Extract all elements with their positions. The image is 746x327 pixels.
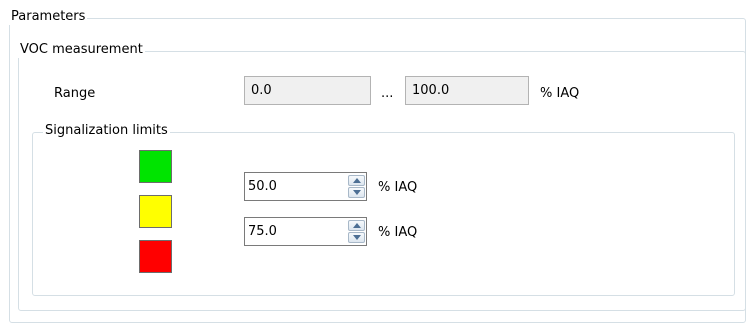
range-min-value: 0.0 bbox=[251, 83, 272, 98]
limit2-spinbox[interactable]: 75.0 bbox=[244, 217, 367, 246]
range-unit: % IAQ bbox=[540, 86, 580, 101]
limit1-spin-up-button[interactable] bbox=[348, 175, 365, 186]
parameters-group-title: Parameters bbox=[9, 9, 88, 25]
range-max-field[interactable]: 100.0 bbox=[405, 76, 529, 105]
spin-down-icon bbox=[353, 190, 361, 195]
range-min-field[interactable]: 0.0 bbox=[244, 76, 371, 105]
limit2-value: 75.0 bbox=[248, 224, 277, 239]
signalization-limits-title: Signalization limits bbox=[43, 123, 170, 139]
voc-measurement-title: VOC measurement bbox=[18, 42, 145, 58]
signalization-limits-group bbox=[32, 132, 735, 296]
range-separator: ... bbox=[381, 86, 394, 101]
limit2-spin-up-button[interactable] bbox=[348, 220, 365, 231]
spin-up-icon bbox=[353, 223, 361, 228]
limit1-value: 50.0 bbox=[248, 179, 277, 194]
spin-down-icon bbox=[353, 235, 361, 240]
range-label: Range bbox=[54, 86, 96, 101]
limit1-spinbox[interactable]: 50.0 bbox=[244, 172, 367, 201]
limit2-spin-down-button[interactable] bbox=[348, 232, 365, 243]
spin-up-icon bbox=[353, 178, 361, 183]
limit2-unit: % IAQ bbox=[378, 225, 418, 240]
limit1-spin-down-button[interactable] bbox=[348, 187, 365, 198]
range-max-value: 100.0 bbox=[412, 83, 450, 98]
red-level-swatch bbox=[139, 240, 172, 273]
green-level-swatch bbox=[139, 150, 172, 183]
limit1-unit: % IAQ bbox=[378, 180, 418, 195]
yellow-level-swatch bbox=[139, 195, 172, 228]
